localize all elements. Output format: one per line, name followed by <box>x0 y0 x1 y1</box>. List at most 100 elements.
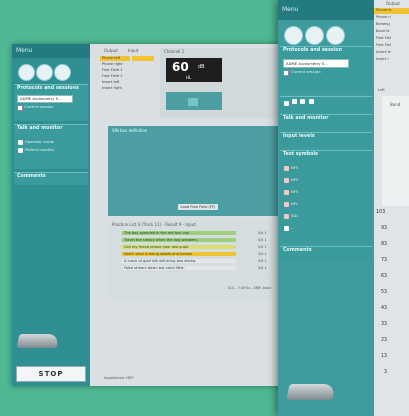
back-level-unit: dB <box>198 64 205 70</box>
front-tools-panel <box>280 96 372 111</box>
back-user-icon[interactable] <box>18 64 35 81</box>
back-list-score: 5/4 1 <box>258 266 267 270</box>
back-settings-icon[interactable] <box>36 64 53 81</box>
front-protocols-title: Protocols and session <box>283 48 343 53</box>
front-band-box: Band <box>382 96 409 206</box>
front-audiometer-device-image <box>286 384 336 400</box>
back-level-display: 60 dB HL <box>166 58 222 82</box>
microphone-icon <box>18 139 23 145</box>
front-output-item[interactable]: Boneng <box>374 22 409 27</box>
y-tick-label: 83 <box>381 242 388 247</box>
front-tab-label[interactable]: Left <box>378 88 385 92</box>
front-input-levels-title: Input levels <box>283 134 315 139</box>
front-tool-icon[interactable] <box>284 101 289 106</box>
back-sidebar: Menu Protocols and sessions ADME Audiome… <box>12 44 90 386</box>
symbol-red-icon <box>284 189 289 195</box>
y-tick-label: 33 <box>381 322 388 327</box>
back-footer-text: Impedance: HEP <box>104 376 134 380</box>
front-protocol-dropdown[interactable]: ADME Audiometry S... <box>283 59 349 68</box>
back-level-value: 60 <box>172 60 189 74</box>
back-output-item[interactable]: Insert right <box>100 86 130 91</box>
back-list-score: 5/4 1 <box>258 259 267 263</box>
back-output-item[interactable]: Free Field 1 <box>100 68 130 73</box>
back-list-score: 5/4 1 <box>258 238 267 242</box>
back-definition-button[interactable]: Load Free Field (FF) <box>178 204 218 210</box>
front-comments-title: Comments <box>283 248 312 253</box>
back-talk-item-operator[interactable]: Operator mode <box>18 139 54 145</box>
front-current-session-label: Current session <box>291 69 321 74</box>
back-list-item[interactable]: False stream down but sand little. <box>122 266 236 270</box>
front-output-item[interactable]: Free Fiel <box>374 43 409 48</box>
front-settings-icon[interactable] <box>305 26 324 45</box>
back-talk-item-monitor[interactable]: Patient monitor <box>18 147 54 153</box>
front-output-item[interactable]: Bone le <box>374 29 409 34</box>
symbol-red-icon <box>284 201 289 207</box>
front-people-icon[interactable] <box>326 26 345 45</box>
front-main-area: Output Phone le Phone ri Boneng Bone le … <box>374 0 409 416</box>
y-tick-label: 53 <box>381 290 388 295</box>
back-list-footer: SLS - 7.50%s - SNR: basic <box>228 286 272 290</box>
front-menu-label: Menu <box>282 6 299 13</box>
y-tick-label: 13 <box>381 354 388 359</box>
back-application-window: Menu Protocols and sessions ADME Audiome… <box>12 44 284 386</box>
front-test-symbol-item[interactable]: SDL <box>284 213 298 219</box>
front-user-icon[interactable] <box>284 26 303 45</box>
back-list-item[interactable]: Travel the sleepy when the dog wanders. <box>122 238 236 242</box>
front-output-item[interactable]: Phone ri <box>374 15 409 20</box>
back-output-item[interactable]: Phone left <box>100 56 130 61</box>
front-band-label: Band <box>390 102 401 107</box>
y-tick-label: 3 <box>384 370 388 375</box>
back-people-icon[interactable] <box>54 64 71 81</box>
front-menu-header: Menu <box>278 0 374 20</box>
back-protocols-title: Protocols and sessions <box>17 86 79 91</box>
front-application-window: Menu Protocols and session ADME Audiomet… <box>278 0 409 416</box>
back-output-item[interactable]: Insert left <box>100 80 130 85</box>
front-output-item[interactable]: Free Fiel <box>374 36 409 41</box>
back-talk-panel: Talk and monitor Operator mode Patient m… <box>14 124 88 169</box>
front-test-symbol-item[interactable]: ... <box>284 225 295 231</box>
front-test-symbol-item[interactable]: NFS <box>284 189 298 195</box>
back-talk-title: Talk and monitor <box>17 126 63 131</box>
back-output-item[interactable]: Free Field 2 <box>100 74 130 79</box>
y-tick-label: 103 <box>376 210 386 215</box>
stop-button[interactable]: STOP <box>16 366 86 382</box>
front-output-item[interactable]: Phone le <box>374 8 409 14</box>
back-output-item[interactable]: Phone right <box>100 62 130 67</box>
back-channel-title: Channel 1 <box>164 49 185 54</box>
front-tool-icon[interactable] <box>300 99 306 104</box>
back-level-handle[interactable] <box>188 98 198 106</box>
front-test-symbol-item[interactable]: NFS <box>284 177 298 183</box>
back-list-item[interactable]: The boy sparkled in the red taxi van. <box>122 231 236 235</box>
back-list-score: 5/4 1 <box>258 231 267 235</box>
front-y-axis: 103 93 83 73 63 53 43 33 23 13 3 <box>374 206 400 381</box>
back-protocol-dropdown[interactable]: ADME Audiometry S... <box>17 95 73 103</box>
front-output-item[interactable]: Insert le <box>374 50 409 55</box>
front-current-session-checkbox[interactable] <box>283 70 289 76</box>
back-protocols-panel: Protocols and sessions ADME Audiometry S… <box>14 84 88 121</box>
y-tick-label: 23 <box>381 338 388 343</box>
front-output-item[interactable]: Insert r <box>374 57 409 62</box>
back-input-label: Input <box>128 48 139 53</box>
back-audiometer-device-image <box>16 334 60 348</box>
back-current-session-checkbox[interactable] <box>17 105 23 111</box>
back-definition-panel: SIN box definition Load Free Field (FF) <box>108 126 284 216</box>
back-definition-title: SIN box definition <box>112 128 148 133</box>
back-list-item[interactable]: North wind is being stable and homes. <box>122 252 236 256</box>
back-list-item[interactable]: Call my friend phone your law pupil. <box>122 245 236 249</box>
back-current-session-label: Current session <box>24 104 54 109</box>
front-test-symbol-item[interactable]: NFS <box>284 165 298 171</box>
back-level-sub: HL <box>186 75 192 80</box>
back-comments-title: Comments <box>17 174 46 179</box>
back-list-item[interactable]: A crack of gold silk will bring two shee… <box>122 259 236 263</box>
front-tool-icon[interactable] <box>291 99 297 104</box>
front-tool-icon[interactable] <box>308 99 314 104</box>
front-input-levels-panel: Input levels <box>280 132 372 147</box>
symbol-gray-icon <box>284 225 289 231</box>
y-tick-label: 93 <box>381 226 388 231</box>
front-output-tab[interactable]: Output <box>386 1 400 6</box>
back-list-score: 5/4 1 <box>258 252 267 256</box>
back-comments-panel: Comments <box>14 172 88 185</box>
front-protocols-panel: Protocols and session ADME Audiometry S.… <box>280 46 372 91</box>
back-input-selected[interactable] <box>132 56 154 61</box>
front-test-symbol-item[interactable]: NFL <box>284 201 298 207</box>
